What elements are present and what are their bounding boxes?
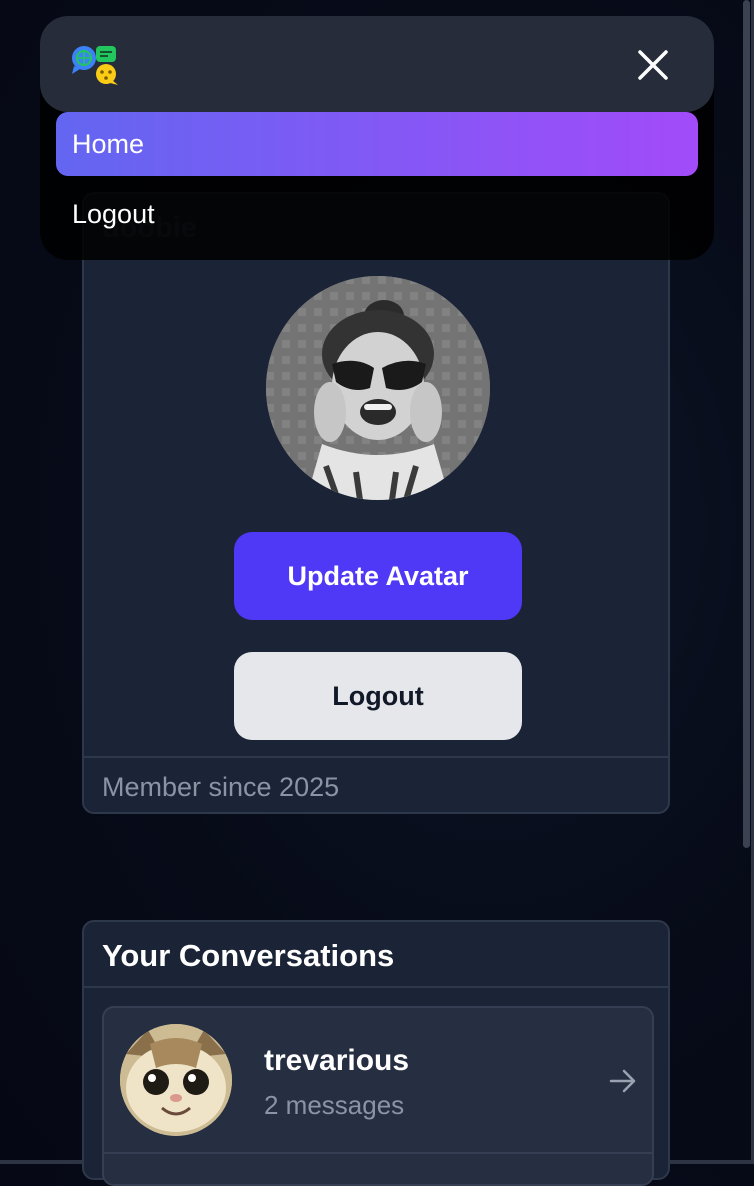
conversations-title: Your Conversations — [102, 938, 395, 973]
profile-card: doobie — [82, 192, 670, 814]
conversations-card: Your Conversations trevarious 2 messages — [82, 920, 670, 1186]
nav-item-home[interactable]: Home — [56, 112, 698, 176]
nav-item-logout[interactable]: Logout — [56, 184, 698, 244]
conversations-divider — [84, 986, 668, 988]
conversation-item[interactable]: trevarious 2 messages — [102, 1006, 654, 1186]
arrow-right-icon — [609, 1069, 636, 1093]
profile-avatar — [266, 276, 490, 500]
close-icon[interactable] — [632, 44, 674, 86]
conversation-message-count: 2 messages — [264, 1090, 405, 1120]
profile-avatar-photo — [266, 276, 490, 500]
chat-bubbles-logo-icon[interactable] — [70, 44, 120, 86]
member-since-text: Member since 2025 — [102, 772, 340, 802]
conversation-name: trevarious — [264, 1044, 410, 1077]
update-avatar-button[interactable]: Update Avatar — [234, 532, 522, 620]
cat-avatar-photo — [120, 1024, 232, 1136]
conversation-avatar — [120, 1024, 232, 1136]
conversation-item-divider — [104, 1152, 652, 1154]
card-divider — [84, 756, 668, 758]
mobile-nav-menu: Home Logout — [40, 16, 714, 260]
nav-header — [40, 16, 714, 112]
logout-button[interactable]: Logout — [234, 652, 522, 740]
scrollbar-thumb[interactable] — [743, 0, 750, 848]
